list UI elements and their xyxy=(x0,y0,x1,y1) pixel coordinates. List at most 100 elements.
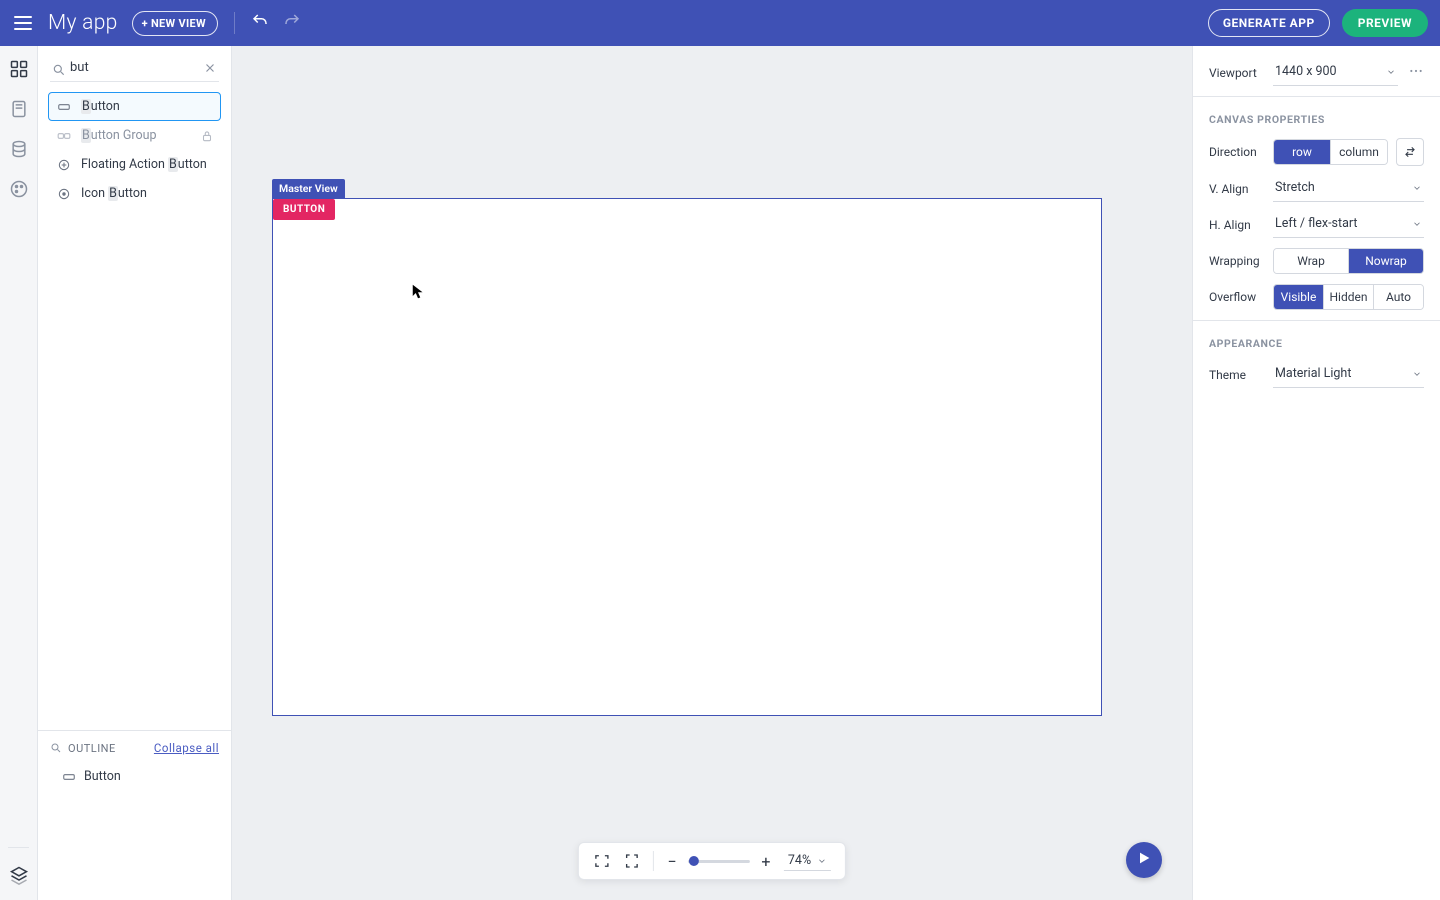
undo-redo-group xyxy=(251,12,301,34)
overflow-auto-option[interactable]: Auto xyxy=(1374,285,1423,309)
collapse-all-link[interactable]: Collapse all xyxy=(154,741,219,755)
chevron-down-icon xyxy=(1386,67,1396,77)
component-item-icon-button[interactable]: Icon Button xyxy=(48,179,221,208)
outline-tree: Button xyxy=(50,755,219,798)
canvas-button-component[interactable]: BUTTON xyxy=(273,199,335,220)
zoom-in-button[interactable]: + xyxy=(760,852,772,871)
redo-icon[interactable] xyxy=(283,12,301,34)
direction-column-option[interactable]: column xyxy=(1331,140,1387,164)
component-search-input[interactable] xyxy=(50,56,219,82)
chevron-down-icon xyxy=(817,856,827,866)
theme-value: Material Light xyxy=(1275,366,1351,381)
component-item-label: Icon Button xyxy=(81,186,147,201)
viewport-label: Viewport xyxy=(1209,66,1273,80)
component-results: Button Button Group Floating Action Butt… xyxy=(38,88,231,212)
button-group-icon xyxy=(57,129,71,143)
direction-row-option[interactable]: row xyxy=(1274,140,1331,164)
layers-icon[interactable] xyxy=(8,864,30,886)
outline-search-icon[interactable] xyxy=(50,742,62,754)
wrap-option[interactable]: Wrap xyxy=(1274,249,1349,273)
play-icon xyxy=(1136,850,1152,870)
valign-select[interactable]: Stretch xyxy=(1273,176,1424,202)
left-icon-rail xyxy=(0,46,38,900)
side-panel: Button Button Group Floating Action Butt… xyxy=(38,46,232,900)
new-view-button[interactable]: + NEW VIEW xyxy=(132,11,218,36)
canvas[interactable]: Master View BUTTON − + 74% xyxy=(232,46,1192,900)
theme-select[interactable]: Material Light xyxy=(1273,362,1424,388)
component-item-fab[interactable]: Floating Action Button xyxy=(48,150,221,179)
direction-label: Direction xyxy=(1209,145,1273,159)
more-icon[interactable] xyxy=(1408,63,1424,83)
icon-button-icon xyxy=(57,187,71,201)
component-item-label: Button Group xyxy=(81,128,157,143)
divider xyxy=(234,12,235,34)
run-fab[interactable] xyxy=(1126,842,1162,878)
component-search-row xyxy=(38,46,231,88)
section-appearance: APPEARANCE xyxy=(1209,337,1424,350)
halign-select[interactable]: Left / flex-start xyxy=(1273,212,1424,238)
button-icon xyxy=(57,100,71,114)
halign-label: H. Align xyxy=(1209,218,1273,232)
clear-search-icon[interactable] xyxy=(203,60,217,74)
zoom-toolbar: − + 74% xyxy=(578,842,846,880)
lock-icon xyxy=(200,129,214,143)
overflow-visible-option[interactable]: Visible xyxy=(1274,285,1324,309)
components-tab-icon[interactable] xyxy=(8,58,30,80)
button-icon xyxy=(62,770,76,784)
outline-node-button[interactable]: Button xyxy=(54,765,215,788)
overflow-label: Overflow xyxy=(1209,290,1273,304)
nowrap-option[interactable]: Nowrap xyxy=(1349,249,1423,273)
outline-node-label: Button xyxy=(84,769,121,784)
cursor-icon xyxy=(412,284,424,300)
valign-value: Stretch xyxy=(1275,180,1315,195)
undo-icon[interactable] xyxy=(251,12,269,34)
data-tab-icon[interactable] xyxy=(8,138,30,160)
viewport-select[interactable]: 1440 x 900 xyxy=(1273,60,1398,86)
swap-icon xyxy=(1403,145,1417,159)
artboard[interactable] xyxy=(272,198,1102,716)
fab-icon xyxy=(57,158,71,172)
divider xyxy=(1193,96,1440,97)
zoom-value-dropdown[interactable]: 74% xyxy=(784,851,831,871)
zoom-control: − + xyxy=(666,852,772,871)
theme-label: Theme xyxy=(1209,368,1273,382)
chevron-down-icon xyxy=(1412,183,1422,193)
rail-divider xyxy=(8,847,29,848)
top-bar: My app + NEW VIEW GENERATE APP PREVIEW xyxy=(0,0,1440,46)
outline-title: OUTLINE xyxy=(68,742,116,755)
chevron-down-icon xyxy=(1412,369,1422,379)
pages-tab-icon[interactable] xyxy=(8,98,30,120)
zoom-value-label: 74% xyxy=(788,853,811,868)
fullscreen-icon[interactable] xyxy=(623,852,641,870)
zoom-out-button[interactable]: − xyxy=(666,852,678,871)
app-title: My app xyxy=(48,11,118,35)
component-item-label: Floating Action Button xyxy=(81,157,207,172)
component-item-button[interactable]: Button xyxy=(48,92,221,121)
direction-segmented: row column xyxy=(1273,139,1388,165)
properties-panel: Viewport 1440 x 900 CANVAS PROPERTIES Di… xyxy=(1192,46,1440,900)
search-icon xyxy=(52,62,66,76)
menu-icon[interactable] xyxy=(12,12,34,34)
preview-button[interactable]: PREVIEW xyxy=(1342,9,1428,37)
valign-label: V. Align xyxy=(1209,182,1273,196)
chevron-down-icon xyxy=(1412,219,1422,229)
divider xyxy=(653,851,654,871)
outline-panel: OUTLINE Collapse all Button xyxy=(38,730,231,900)
divider xyxy=(1193,320,1440,321)
wrapping-label: Wrapping xyxy=(1209,254,1273,268)
halign-value: Left / flex-start xyxy=(1275,216,1358,231)
section-canvas-properties: CANVAS PROPERTIES xyxy=(1209,113,1424,126)
component-item-label: Button xyxy=(81,99,120,114)
generate-app-button[interactable]: GENERATE APP xyxy=(1208,9,1330,37)
viewport-value: 1440 x 900 xyxy=(1275,64,1337,79)
swap-direction-button[interactable] xyxy=(1396,138,1424,166)
overflow-segmented: Visible Hidden Auto xyxy=(1273,284,1424,310)
zoom-slider[interactable] xyxy=(688,860,750,863)
view-label[interactable]: Master View xyxy=(272,179,345,198)
overflow-hidden-option[interactable]: Hidden xyxy=(1324,285,1374,309)
component-item-button-group[interactable]: Button Group xyxy=(48,121,221,150)
theme-tab-icon[interactable] xyxy=(8,178,30,200)
fit-screen-icon[interactable] xyxy=(593,852,611,870)
wrapping-segmented: Wrap Nowrap xyxy=(1273,248,1424,274)
zoom-slider-thumb[interactable] xyxy=(689,856,699,866)
